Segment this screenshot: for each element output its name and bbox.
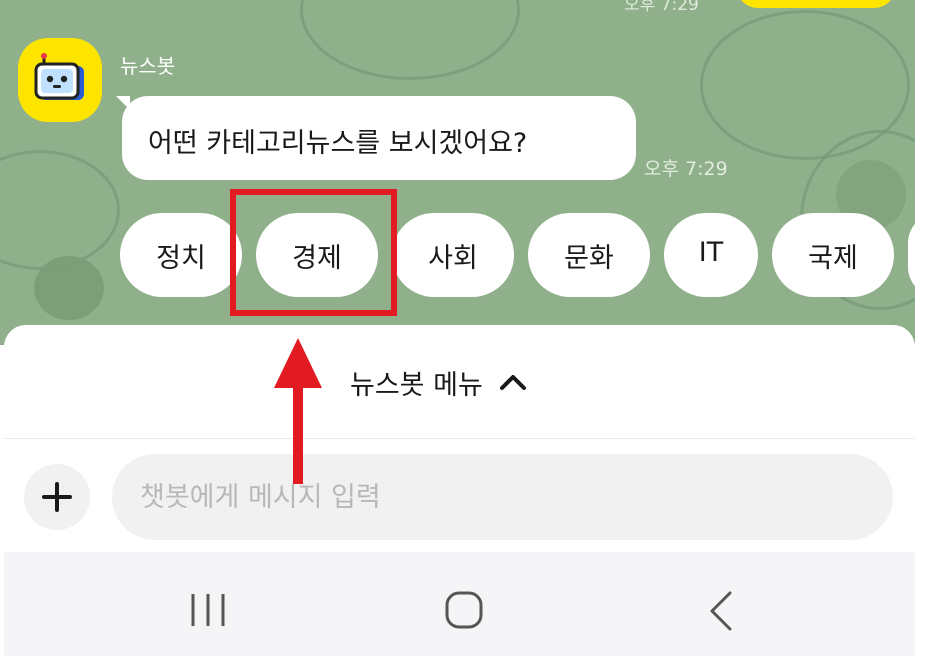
- quick-reply-society[interactable]: 사회: [392, 213, 514, 297]
- quick-reply-culture[interactable]: 문화: [528, 213, 650, 297]
- menu-toggle-button[interactable]: 뉴스봇 메뉴: [350, 362, 527, 402]
- message-time: 오후 7:29: [644, 158, 728, 180]
- wallpaper-doodle: [300, 0, 520, 80]
- bot-name: 뉴스봇: [120, 54, 176, 78]
- bot-avatar[interactable]: [18, 38, 102, 122]
- up-arrow-icon: [274, 338, 322, 484]
- home-icon: [445, 591, 483, 629]
- add-attachment-button[interactable]: [24, 464, 90, 530]
- quick-reply-international[interactable]: 국제: [772, 213, 894, 297]
- annotation-highlight-box: [230, 189, 397, 316]
- quick-reply-it[interactable]: IT: [664, 213, 758, 297]
- annotation-arrow: [272, 336, 324, 490]
- home-button[interactable]: [444, 590, 484, 634]
- recent-apps-button[interactable]: [188, 590, 230, 634]
- menu-label: 뉴스봇 메뉴: [350, 369, 483, 401]
- quick-reply-politics[interactable]: 정치: [120, 213, 242, 297]
- message-bubble: 어떤 카테고리뉴스를 보시겠어요?: [122, 96, 636, 180]
- chat-area[interactable]: 오후 7:29 뉴스봇 어떤 카테고리뉴스를 보시겠어요? 오후 7:29 정치…: [0, 0, 915, 345]
- message-input[interactable]: [112, 454, 893, 540]
- chevron-up-icon: [499, 375, 526, 390]
- previous-message-bubble: [736, 0, 896, 8]
- back-button[interactable]: [704, 590, 738, 636]
- previous-message-time: 오후 7:29: [624, 0, 699, 15]
- recent-apps-icon: [191, 594, 225, 626]
- wallpaper-blob: [34, 256, 104, 320]
- robot-icon: [34, 53, 84, 100]
- plus-icon: [42, 482, 72, 512]
- screen-edge: [915, 0, 925, 656]
- wallpaper-doodle: [0, 150, 120, 270]
- back-icon: [710, 591, 732, 631]
